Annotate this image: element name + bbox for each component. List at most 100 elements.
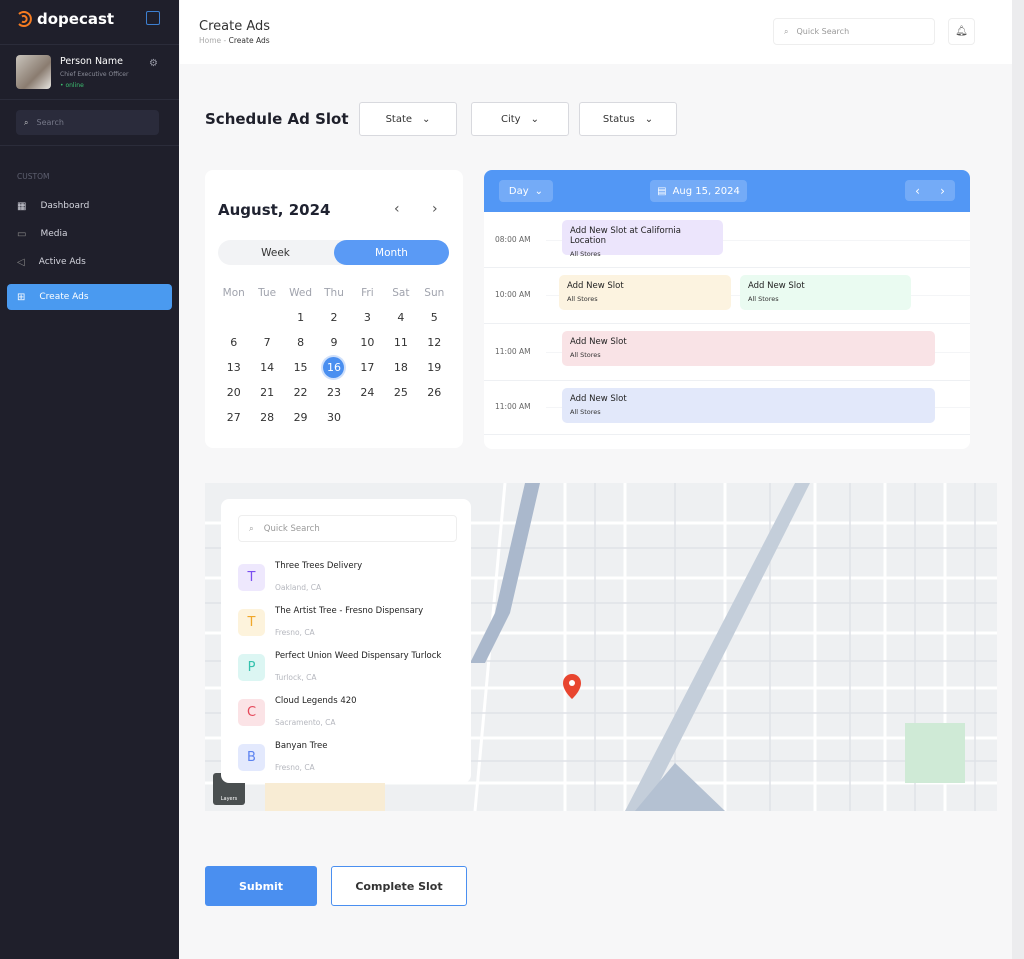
location-avatar: P — [238, 654, 265, 681]
calendar-day[interactable]: 25 — [384, 380, 417, 405]
selected-day[interactable]: 16 — [323, 357, 345, 378]
calendar-day[interactable]: 30 — [317, 405, 350, 430]
schedule-card: Day ⌄ ▤ Aug 15, 2024 ‹ › 08:00 AM Add New Sl… — [484, 170, 970, 449]
location-avatar: T — [238, 564, 265, 591]
calendar-day[interactable]: 23 — [317, 380, 350, 405]
calendar-day[interactable]: 14 — [250, 355, 283, 380]
location-item[interactable]: T Three Trees Delivery Oakland, CA — [238, 561, 362, 594]
sidebar-item-media[interactable]: ▭ Media — [7, 221, 172, 247]
calendar-day[interactable]: 5 — [418, 305, 451, 330]
schedule-toolbar: Day ⌄ ▤ Aug 15, 2024 ‹ › — [484, 170, 970, 212]
notification-bell-icon[interactable]: 🔔︎ — [948, 18, 975, 45]
sidebar-item-dashboard[interactable]: ▦ Dashboard — [7, 193, 172, 219]
prev-month-button[interactable]: ‹ — [394, 201, 400, 217]
tab-month[interactable]: Month — [334, 240, 449, 265]
calendar-day[interactable]: 16 — [317, 355, 350, 380]
collapse-sidebar-icon[interactable] — [146, 11, 160, 25]
time-label: 10:00 AM — [495, 290, 531, 299]
status-dropdown[interactable]: Status ⌄ — [579, 102, 677, 136]
location-avatar: B — [238, 744, 265, 771]
calendar-day[interactable]: 18 — [384, 355, 417, 380]
calendar-day[interactable]: 19 — [418, 355, 451, 380]
calendar-day[interactable]: 28 — [250, 405, 283, 430]
calendar-empty — [384, 405, 417, 430]
sidebar-item-active-ads[interactable]: ◁ Active Ads — [7, 249, 172, 275]
calendar-day[interactable]: 9 — [317, 330, 350, 355]
ad-slot[interactable]: Add New Slot All Stores — [562, 388, 935, 423]
ad-slot[interactable]: Add New Slot All Stores — [740, 275, 911, 310]
scrollbar-track[interactable] — [1012, 0, 1024, 959]
location-item[interactable]: B Banyan Tree Fresno, CA — [238, 741, 327, 774]
calendar-day[interactable]: 10 — [351, 330, 384, 355]
calendar-day[interactable]: 13 — [217, 355, 250, 380]
calendar-day[interactable]: 27 — [217, 405, 250, 430]
view-dropdown[interactable]: Day ⌄ — [499, 180, 553, 202]
next-month-button[interactable]: › — [432, 201, 438, 217]
folder-icon: ▭ — [17, 228, 27, 240]
calendar-day[interactable]: 12 — [418, 330, 451, 355]
calendar-day[interactable]: 24 — [351, 380, 384, 405]
location-city: Sacramento, CA — [275, 718, 336, 727]
time-label: 11:00 AM — [495, 346, 531, 356]
calendar-day[interactable]: 7 — [250, 330, 283, 355]
slot-title: Add New Slot — [570, 394, 627, 404]
map[interactable]: Layers ⌕ Quick Search T Three Trees Delive… — [205, 483, 997, 811]
sidebar-search-input[interactable]: ⌕ Search — [16, 110, 159, 135]
weekday-header: Sat — [392, 286, 410, 299]
calendar-day[interactable]: 22 — [284, 380, 317, 405]
calendar-day[interactable]: 2 — [317, 305, 350, 330]
location-list-panel: ⌕ Quick Search T Three Trees Delivery Oakla… — [221, 499, 471, 783]
calendar-day[interactable]: 15 — [284, 355, 317, 380]
time-row-divider — [484, 380, 970, 381]
prev-day-button[interactable]: ‹ — [915, 184, 920, 198]
settings-icon[interactable]: ⚙ — [149, 58, 158, 69]
calendar-day[interactable]: 3 — [351, 305, 384, 330]
calendar-day[interactable]: 8 — [284, 330, 317, 355]
calendar-day[interactable]: 17 — [351, 355, 384, 380]
ad-slot[interactable]: Add New Slot All Stores — [562, 331, 935, 366]
sidebar-item-create-ads[interactable]: ⊞ Create Ads — [7, 284, 172, 310]
calendar-empty — [418, 405, 451, 430]
calendar-day[interactable]: 21 — [250, 380, 283, 405]
breadcrumb: Home - Create Ads — [199, 36, 270, 45]
calendar-day[interactable]: 4 — [384, 305, 417, 330]
tab-week[interactable]: Week — [218, 240, 333, 265]
state-dropdown[interactable]: State ⌄ — [359, 102, 457, 136]
slot-subtitle: All Stores — [748, 295, 779, 303]
city-dropdown[interactable]: City ⌄ — [471, 102, 569, 136]
ad-slot[interactable]: Add New Slot at California Location All S… — [562, 220, 723, 258]
slot-subtitle: All Stores — [570, 351, 601, 359]
weekday-header: Thu — [324, 286, 344, 299]
time-label: 11:00 AM — [495, 402, 531, 411]
complete-slot-button[interactable]: Complete Slot — [331, 866, 467, 906]
time-label: 08:00 AM — [495, 234, 531, 244]
calendar-day[interactable]: 29 — [284, 405, 317, 430]
slot-title: Add New Slot at California Location — [570, 226, 681, 246]
calendar-day[interactable]: 1 — [284, 305, 317, 330]
calendar-empty — [217, 305, 250, 330]
location-item[interactable]: C Cloud Legends 420 Sacramento, CA — [238, 696, 357, 729]
location-avatar: T — [238, 609, 265, 636]
date-picker-button[interactable]: ▤ Aug 15, 2024 — [650, 180, 747, 202]
slot-title: Add New Slot — [748, 281, 805, 291]
next-day-button[interactable]: › — [940, 184, 945, 198]
calendar-day[interactable]: 11 — [384, 330, 417, 355]
slot-subtitle: All Stores — [570, 408, 601, 416]
calendar-day[interactable]: 20 — [217, 380, 250, 405]
location-item[interactable]: P Perfect Union Weed Dispensary Turlock Tu… — [238, 651, 441, 684]
plus-square-icon: ⊞ — [17, 291, 26, 303]
location-search-input[interactable]: ⌕ Quick Search — [238, 515, 457, 542]
megaphone-icon: ◁ — [17, 256, 25, 268]
slot-subtitle: All Stores — [570, 250, 601, 258]
calendar-day[interactable]: 6 — [217, 330, 250, 355]
quick-search-input[interactable]: ⌕ Quick Search — [773, 18, 935, 45]
calendar-month: August, 2024 — [218, 201, 331, 219]
location-name: Banyan Tree — [275, 741, 328, 751]
time-row-divider — [484, 267, 970, 268]
search-icon: ⌕ — [249, 523, 254, 534]
ad-slot[interactable]: Add New Slot All Stores — [559, 275, 731, 310]
slot-title: Add New Slot — [567, 281, 624, 291]
location-item[interactable]: T The Artist Tree - Fresno Dispensary Fres… — [238, 606, 423, 639]
submit-button[interactable]: Submit — [205, 866, 317, 906]
calendar-day[interactable]: 26 — [418, 380, 451, 405]
